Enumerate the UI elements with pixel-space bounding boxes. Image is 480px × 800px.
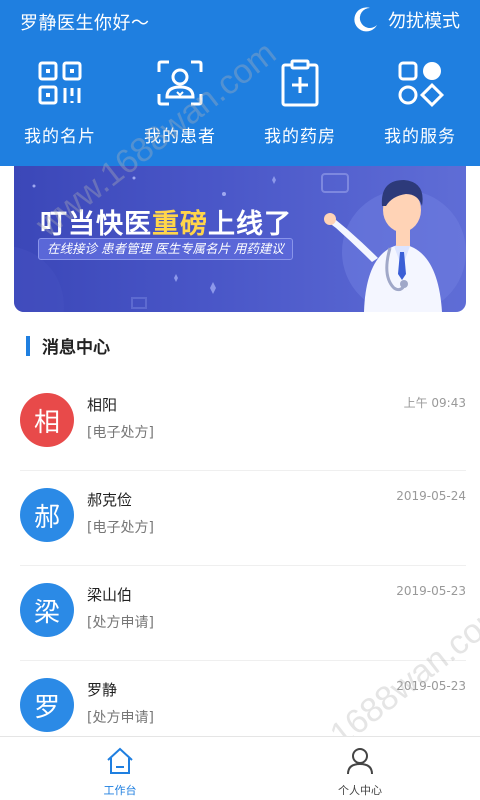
patient-icon xyxy=(157,60,203,106)
message-item[interactable]: 郝 郝克俭 [电子处方] 2019-05-24 xyxy=(0,471,480,566)
quick-actions: 我的名片 我的患者 我的药房 我的服务 xyxy=(0,58,480,147)
message-sender: 相阳 xyxy=(87,396,118,414)
greeting-text: 罗静医生你好～ xyxy=(20,13,150,34)
message-center-heading: 消息中心 xyxy=(26,333,110,358)
message-time: 上午 09:43 xyxy=(403,396,466,410)
tab-label: 工作台 xyxy=(103,784,137,797)
do-not-disturb-toggle[interactable]: 勿扰模式 xyxy=(350,5,460,35)
banner-title-suffix: 上线了 xyxy=(208,209,292,240)
home-icon xyxy=(107,747,133,774)
banner-title-prefix: 叮当快医 xyxy=(40,209,152,240)
user-icon xyxy=(347,748,373,775)
avatar: 相 xyxy=(20,393,74,447)
promo-banner[interactable]: 叮当快医重磅上线了 在线接诊 患者管理 医生专属名片 用药建议 xyxy=(14,166,466,312)
tab-label: 个人中心 xyxy=(338,784,382,797)
moon-icon xyxy=(354,7,377,32)
banner-title: 叮当快医重磅上线了 xyxy=(40,202,292,241)
message-type: [电子处方] xyxy=(87,425,154,441)
pharmacy-icon xyxy=(281,59,319,107)
header: 罗静医生你好～ 勿扰模式 我的名片 我的患者 我的药房 我的服务 xyxy=(0,0,480,166)
quick-action-patients[interactable]: 我的患者 xyxy=(120,58,240,147)
message-item[interactable]: 梁 梁山伯 [处方申请] 2019-05-23 xyxy=(0,566,480,661)
section-accent-bar xyxy=(26,335,30,356)
message-sender: 罗静 xyxy=(87,681,118,699)
avatar: 郝 xyxy=(20,488,74,542)
message-time: 2019-05-23 xyxy=(396,679,466,693)
tab-workbench[interactable]: 工作台 xyxy=(0,737,240,800)
message-time: 2019-05-23 xyxy=(396,584,466,598)
banner-title-highlight: 重磅 xyxy=(152,209,208,240)
app-screen: 罗静医生你好～ 勿扰模式 我的名片 我的患者 我的药房 我的服务 叮当快医重磅上… xyxy=(0,0,480,800)
quick-action-label: 我的药房 xyxy=(264,127,336,147)
avatar: 梁 xyxy=(20,583,74,637)
avatar: 罗 xyxy=(20,678,74,732)
qr-code-icon xyxy=(38,61,82,105)
banner-tagline: 在线接诊 患者管理 医生专属名片 用药建议 xyxy=(38,238,293,260)
doctor-illustration xyxy=(324,180,466,312)
quick-action-label: 我的服务 xyxy=(384,127,456,147)
message-sender: 梁山伯 xyxy=(87,586,133,604)
message-time: 2019-05-24 xyxy=(396,489,466,503)
quick-action-business-card[interactable]: 我的名片 xyxy=(0,58,120,147)
bottom-tab-bar: 工作台 个人中心 xyxy=(0,736,480,800)
message-item[interactable]: 相 相阳 [电子处方] 上午 09:43 xyxy=(0,376,480,471)
message-sender: 郝克俭 xyxy=(87,491,133,509)
quick-action-label: 我的患者 xyxy=(144,127,216,147)
quick-action-label: 我的名片 xyxy=(24,127,96,147)
message-type: [处方申请] xyxy=(87,710,154,726)
quick-action-pharmacy[interactable]: 我的药房 xyxy=(240,58,360,147)
message-type: [处方申请] xyxy=(87,615,154,631)
quick-action-services[interactable]: 我的服务 xyxy=(360,58,480,147)
do-not-disturb-label: 勿扰模式 xyxy=(388,11,460,32)
services-icon xyxy=(398,61,445,108)
message-type: [电子处方] xyxy=(87,520,154,536)
section-title: 消息中心 xyxy=(42,338,110,358)
tab-personal-center[interactable]: 个人中心 xyxy=(240,737,480,800)
